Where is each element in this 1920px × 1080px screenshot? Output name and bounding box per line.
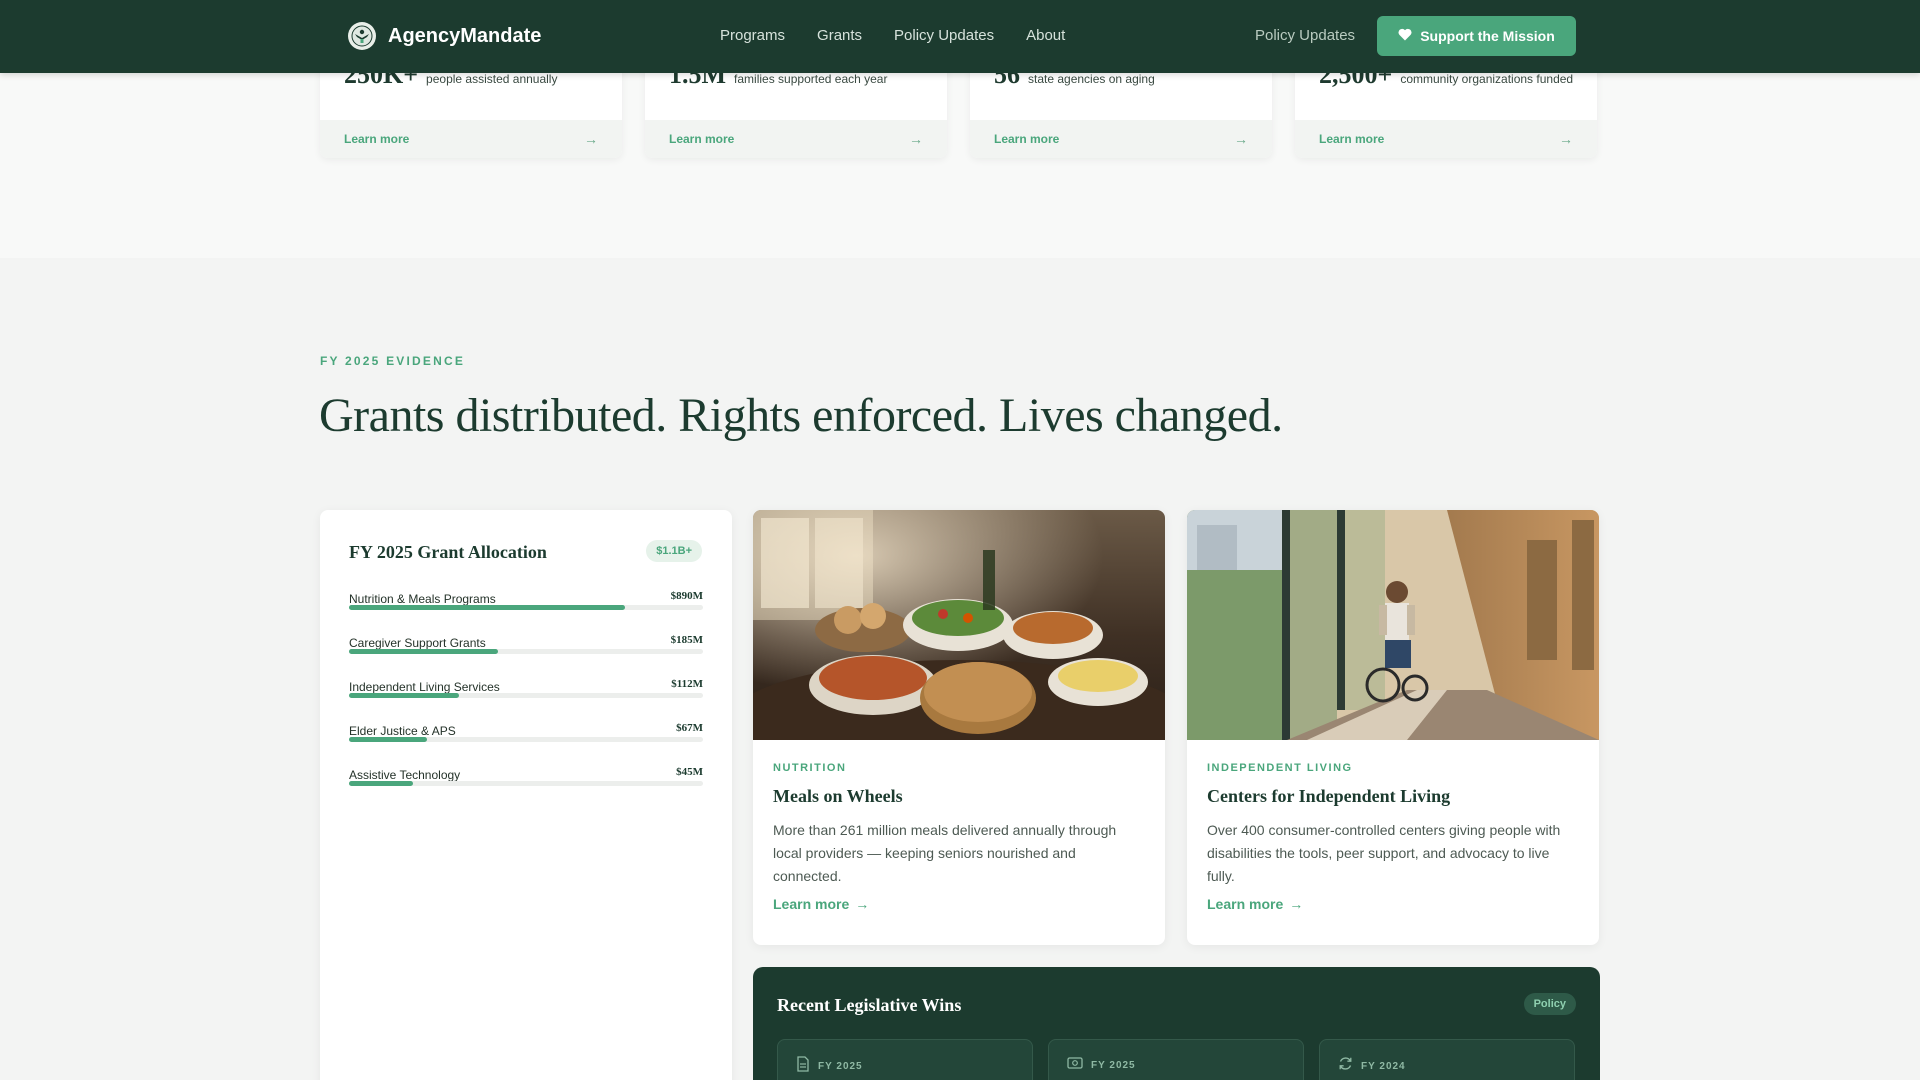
allocation-label: Elder Justice & APS [349, 724, 456, 738]
allocation-label: Assistive Technology [349, 768, 461, 782]
legislative-year: FY 2025 [1091, 1059, 1136, 1071]
allocation-value: $890M [670, 590, 703, 602]
allocation-bar-fill [349, 605, 626, 610]
allocation-row: Caregiver Support Grants $185M [349, 634, 703, 678]
legislative-item[interactable]: FY 2024 [1319, 1039, 1575, 1080]
stat-description: state agencies on aging [1028, 72, 1155, 86]
program-card-independent-living: INDEPENDENT LIVING Centers for Independe… [1187, 510, 1599, 945]
hallway-wheelchair-photo [1187, 510, 1599, 740]
program-card-meals-on-wheels: NUTRITION Meals on Wheels More than 261 … [753, 510, 1165, 945]
legislative-wins-title: Recent Legislative Wins [777, 995, 962, 1015]
total-badge: $1.1B+ [646, 540, 702, 562]
learn-more-label: Learn more [1207, 896, 1284, 912]
legislative-wins-panel: Recent Legislative Wins Policy FY 2025 F… [753, 967, 1600, 1080]
stat-learn-more-link[interactable]: Learn more → [320, 120, 622, 158]
learn-more-label: Learn more [773, 896, 850, 912]
allocation-bar [349, 737, 703, 742]
program-title: Centers for Independent Living [1207, 786, 1451, 806]
refresh-icon [1338, 1056, 1353, 1076]
stat-link-label: Learn more [1319, 132, 1385, 146]
allocation-value: $185M [670, 634, 703, 646]
section-headline: Grants distributed. Rights enforced. Liv… [319, 389, 1283, 442]
nav-link-policy-updates-secondary[interactable]: Policy Updates [1255, 27, 1355, 44]
allocation-value: $112M [671, 678, 703, 690]
brand-logo[interactable]: AgencyMandate [348, 22, 541, 50]
grant-allocation-title: FY 2025 Grant Allocation [349, 542, 547, 562]
allocation-label: Caregiver Support Grants [349, 636, 486, 650]
stat-learn-more-link[interactable]: Learn more → [645, 120, 947, 158]
document-icon [796, 1056, 810, 1077]
program-tag: NUTRITION [773, 762, 847, 774]
program-card-body: INDEPENDENT LIVING Centers for Independe… [1207, 762, 1579, 888]
allocation-row: Nutrition & Meals Programs $890M [349, 590, 703, 634]
meal-table-photo [753, 510, 1165, 740]
allocation-label: Nutrition & Meals Programs [349, 592, 496, 606]
allocation-bar [349, 693, 703, 698]
grant-allocation-card: FY 2025 Grant Allocation $1.1B+ Nutritio… [320, 510, 732, 1080]
allocation-row: Elder Justice & APS $67M [349, 722, 703, 766]
stat-link-label: Learn more [344, 132, 410, 146]
arrow-right-icon: → [1559, 131, 1573, 147]
program-tag: INDEPENDENT LIVING [1207, 762, 1353, 774]
allocation-bar-fill [349, 737, 427, 742]
allocation-value: $45M [676, 766, 703, 778]
support-mission-label: Support the Mission [1420, 28, 1555, 44]
nav-links: Programs Grants Policy Updates About [720, 27, 1065, 44]
policy-badge: Policy [1523, 993, 1576, 1015]
stat-learn-more-link[interactable]: Learn more → [1295, 120, 1597, 158]
allocation-bar-fill [349, 781, 413, 786]
allocation-bar [349, 605, 703, 610]
arrow-right-icon: → [584, 131, 598, 147]
stat-description: community organizations funded [1400, 72, 1574, 86]
legislative-year: FY 2025 [818, 1061, 863, 1072]
brand-name: AgencyMandate [388, 24, 542, 47]
stat-learn-more-link[interactable]: Learn more → [970, 120, 1272, 158]
nav-link-grants[interactable]: Grants [817, 27, 862, 44]
stat-description: families supported each year [734, 72, 888, 86]
program-learn-more-link[interactable]: Learn more → [1207, 896, 1303, 912]
allocation-bar [349, 649, 703, 654]
allocation-bar [349, 781, 703, 786]
program-title: Meals on Wheels [773, 786, 903, 806]
stat-description: people assisted annually [426, 72, 558, 86]
top-navbar: AgencyMandate Programs Grants Policy Upd… [0, 0, 1920, 73]
arrow-right-icon: → [1289, 896, 1304, 912]
arrow-right-icon: → [909, 131, 923, 147]
program-description: Over 400 consumer-controlled centers giv… [1207, 822, 1561, 884]
arrow-right-icon: → [1234, 131, 1248, 147]
support-mission-button[interactable]: Support the Mission [1377, 16, 1576, 56]
allocation-label: Independent Living Services [349, 680, 500, 694]
allocation-value: $67M [676, 722, 703, 734]
nav-link-programs[interactable]: Programs [720, 27, 785, 44]
legislative-item[interactable]: FY 2025 [777, 1039, 1033, 1080]
allocation-bar-fill [349, 693, 459, 698]
stat-link-label: Learn more [669, 132, 735, 146]
nav-link-about[interactable]: About [1026, 27, 1065, 44]
stat-link-label: Learn more [994, 132, 1060, 146]
allocation-row: Independent Living Services $112M [349, 678, 703, 722]
program-description: More than 261 million meals delivered an… [773, 822, 1117, 884]
program-learn-more-link[interactable]: Learn more → [773, 896, 869, 912]
eagle-seal-icon [348, 22, 376, 50]
nav-link-policy-updates[interactable]: Policy Updates [894, 27, 994, 44]
legislative-year: FY 2024 [1361, 1060, 1406, 1072]
section-eyebrow: FY 2025 EVIDENCE [320, 354, 466, 368]
allocation-bar-fill [349, 649, 498, 654]
legislative-item[interactable]: FY 2025 [1048, 1039, 1304, 1080]
program-card-body: NUTRITION Meals on Wheels More than 261 … [773, 762, 1145, 888]
arrow-right-icon: → [855, 896, 870, 912]
heart-icon [1398, 28, 1412, 44]
money-icon [1067, 1056, 1083, 1074]
allocation-row: Assistive Technology $45M [349, 766, 703, 810]
allocation-list: Nutrition & Meals Programs $890M Caregiv… [349, 590, 703, 810]
